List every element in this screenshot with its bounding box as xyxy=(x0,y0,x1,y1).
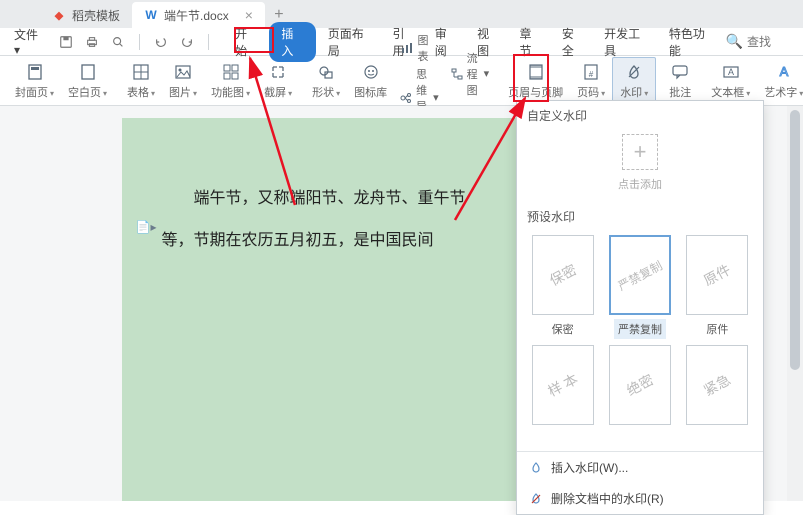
line1: 端午节，又称端阳节、龙舟节、重午节 xyxy=(194,190,466,207)
ribbon-comment[interactable]: 批注 xyxy=(662,57,698,105)
tab-document-label: 端午节.docx xyxy=(164,7,229,24)
wm-add-custom[interactable]: + 点击添加 xyxy=(517,128,763,202)
plus-icon: + xyxy=(622,134,658,170)
ribbon-pagenum[interactable]: #页码▾ xyxy=(570,57,612,105)
table-icon xyxy=(131,62,151,82)
ribbon-smart-col: 图表 思维导图 ▾ xyxy=(394,57,445,105)
print-icon[interactable] xyxy=(83,33,101,51)
ribbon-table[interactable]: 表格▾ xyxy=(120,57,162,105)
menu-file[interactable]: 文件 ▾ xyxy=(6,23,53,60)
wm-custom-header: 自定义水印 xyxy=(517,101,763,128)
chart-icon xyxy=(400,41,413,55)
menu-dev[interactable]: 开发工具 xyxy=(596,22,657,62)
search-icon[interactable]: 🔍 xyxy=(726,33,743,51)
shapes-icon xyxy=(316,62,336,82)
svg-text:#: # xyxy=(589,70,594,79)
word-icon: W xyxy=(144,8,158,22)
cover-icon xyxy=(25,62,45,82)
wordart-icon: A xyxy=(774,62,794,82)
menu-security[interactable]: 安全 xyxy=(554,22,592,62)
menu-insert[interactable]: 插入 xyxy=(269,22,315,62)
quick-access-toolbar xyxy=(57,33,213,51)
tab-template[interactable]: ◆ 稻壳模板 xyxy=(40,2,132,28)
wm-remove-action[interactable]: 删除文档中的水印(R) xyxy=(517,483,763,514)
docer-icon: ◆ xyxy=(52,8,66,22)
wm-preset-jinji[interactable]: 紧急 xyxy=(682,345,753,445)
ribbon-chart[interactable]: 图表 xyxy=(400,32,439,64)
wm-preset-baomi[interactable]: 保密保密 xyxy=(527,235,598,339)
wm-footer: 插入水印(W)... 删除文档中的水印(R) xyxy=(517,451,763,514)
blankpage-icon xyxy=(78,62,98,82)
header-icon xyxy=(526,62,546,82)
save-icon[interactable] xyxy=(57,33,75,51)
ribbon-wordart[interactable]: A艺术字▾ xyxy=(757,57,803,105)
ribbon-cover[interactable]: 封面页▾ xyxy=(8,57,61,105)
wm-add-label: 点击添加 xyxy=(618,176,662,192)
svg-text:A: A xyxy=(779,64,788,79)
menu-start[interactable]: 开始 xyxy=(227,22,265,62)
comment-icon xyxy=(670,62,690,82)
mindmap-icon xyxy=(400,91,412,105)
tab-template-label: 稻壳模板 xyxy=(72,7,120,24)
watermark-icon xyxy=(624,62,644,82)
ribbon-picture[interactable]: 图片▾ xyxy=(162,57,204,105)
wm-preset-yangben[interactable]: 样 本 xyxy=(527,345,598,445)
textbox-icon: A xyxy=(721,62,741,82)
menu-special[interactable]: 特色功能 xyxy=(661,22,722,62)
ribbon-blank[interactable]: 空白页▾ xyxy=(61,57,114,105)
search-input[interactable] xyxy=(747,35,797,49)
ribbon-shapes[interactable]: 形状▾ xyxy=(305,57,347,105)
wm-preset-yanjinfuzhi[interactable]: 严禁复制严禁复制 xyxy=(604,235,675,339)
picture-icon xyxy=(173,62,193,82)
ribbon-screenshot[interactable]: 截屏▾ xyxy=(257,57,299,105)
wm-preset-grid: 保密保密 严禁复制严禁复制 原件原件 样 本 绝密 紧急 xyxy=(517,229,763,451)
ribbon-flow-col: 流程图 ▾ . xyxy=(445,57,496,105)
pagenum-icon: # xyxy=(581,62,601,82)
undo-icon[interactable] xyxy=(152,33,170,51)
line2: 等，节期在农历五月初五，是中国民间 xyxy=(162,232,434,249)
ribbon-textbox[interactable]: A文本框▾ xyxy=(704,57,757,105)
ribbon: 封面页▾ 空白页▾ 表格▾ 图片▾ 功能图▾ 截屏▾ 形状▾ 图标库 图表 思维… xyxy=(0,56,803,106)
preview-icon[interactable] xyxy=(109,33,127,51)
wm-preset-yuanjian[interactable]: 原件原件 xyxy=(682,235,753,339)
ribbon-watermark[interactable]: 水印▾ xyxy=(612,57,656,105)
flowchart-icon xyxy=(451,67,463,81)
menu-chapter[interactable]: 章节 xyxy=(511,22,549,62)
ribbon-flowchart[interactable]: 流程图 ▾ xyxy=(451,50,490,98)
ribbon-header[interactable]: 页眉与页脚 xyxy=(501,57,570,105)
watermark-insert-icon xyxy=(529,461,543,475)
wm-insert-action[interactable]: 插入水印(W)... xyxy=(517,452,763,483)
close-icon[interactable]: × xyxy=(245,7,253,23)
svg-text:A: A xyxy=(728,67,734,77)
wm-preset-juemi[interactable]: 绝密 xyxy=(604,345,675,445)
iconlib-icon xyxy=(361,62,381,82)
wm-preset-header: 预设水印 xyxy=(517,202,763,229)
menu-layout[interactable]: 页面布局 xyxy=(320,22,381,62)
paragraph-mark-icon: 📄▸ xyxy=(136,220,157,234)
ribbon-iconlib[interactable]: 图标库 xyxy=(347,57,394,105)
watermark-remove-icon xyxy=(529,492,543,506)
screenshot-icon xyxy=(268,62,288,82)
scrollbar-thumb[interactable] xyxy=(790,110,800,370)
vertical-scrollbar[interactable] xyxy=(787,106,803,501)
watermark-panel: 自定义水印 + 点击添加 预设水印 保密保密 严禁复制严禁复制 原件原件 样 本… xyxy=(516,100,764,515)
redo-icon[interactable] xyxy=(178,33,196,51)
feature-icon xyxy=(221,62,241,82)
ribbon-feature[interactable]: 功能图▾ xyxy=(204,57,257,105)
